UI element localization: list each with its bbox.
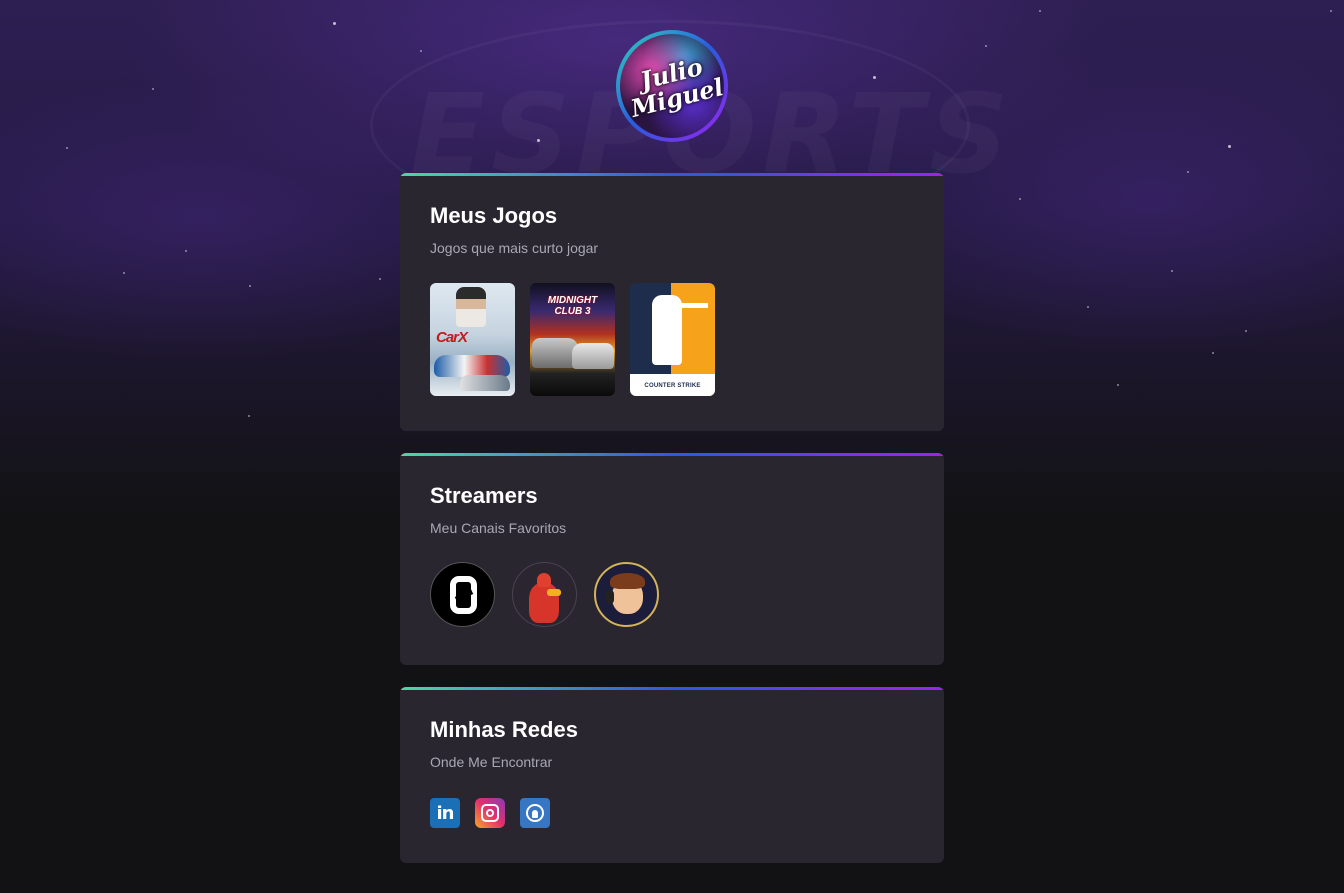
street-car-2 [572,343,614,369]
streamer-avatar-1[interactable] [430,562,495,627]
profile-avatar[interactable]: Julio Miguel [616,30,728,142]
networks-title: Minhas Redes [430,717,578,742]
rooster-crest [537,573,551,587]
games-card: Meus Jogos Jogos que mais curto jogar Ca… [400,173,944,431]
streamers-list [430,562,914,627]
avatar-image: Julio Miguel [620,34,726,138]
streamers-subtitle: Meu Canais Favoritos [430,520,567,536]
linkedin-glyph: in [436,802,455,824]
instagram-icon[interactable] [475,798,505,828]
rooster-beak [547,589,561,596]
headset-icon [606,590,614,604]
networks-card: Minhas Redes Onde Me Encontrar in [400,687,944,863]
game-counter-strike-cover[interactable]: COUNTER STRIKE [630,283,715,396]
race-car [434,355,510,377]
social-links: in [430,798,914,828]
instagram-glyph [481,804,499,822]
cartoon-hair [610,573,645,589]
driver-figure [456,287,486,327]
streamer-avatar-3[interactable] [594,562,659,627]
page: ESPORTS Julio Miguel Meus Jogos Jogos qu… [0,0,1344,893]
github-glyph [526,804,544,822]
cs-logo: COUNTER STRIKE [644,383,701,389]
rifle-silhouette [670,303,708,308]
game-midnight-club-cover[interactable]: MIDNIGHT CLUB 3 [530,283,615,396]
carx-logo: CarX [436,329,468,346]
streamer-avatar-2[interactable] [512,562,577,627]
midnight-club-logo: MIDNIGHT CLUB 3 [547,295,598,317]
games-list: CarX MIDNIGHT CLUB 3 COUNTER STRIKE [430,283,914,396]
race-car-2 [460,375,510,391]
streamers-title: Streamers [430,483,538,508]
games-subtitle: Jogos que mais curto jogar [430,240,599,256]
games-title: Meus Jogos [430,203,558,228]
linkedin-icon[interactable]: in [430,798,460,828]
streamers-card: Streamers Meu Canais Favoritos [400,453,944,665]
game-carx-cover[interactable]: CarX [430,283,515,396]
github-icon[interactable] [520,798,550,828]
networks-subtitle: Onde Me Encontrar [430,754,553,770]
